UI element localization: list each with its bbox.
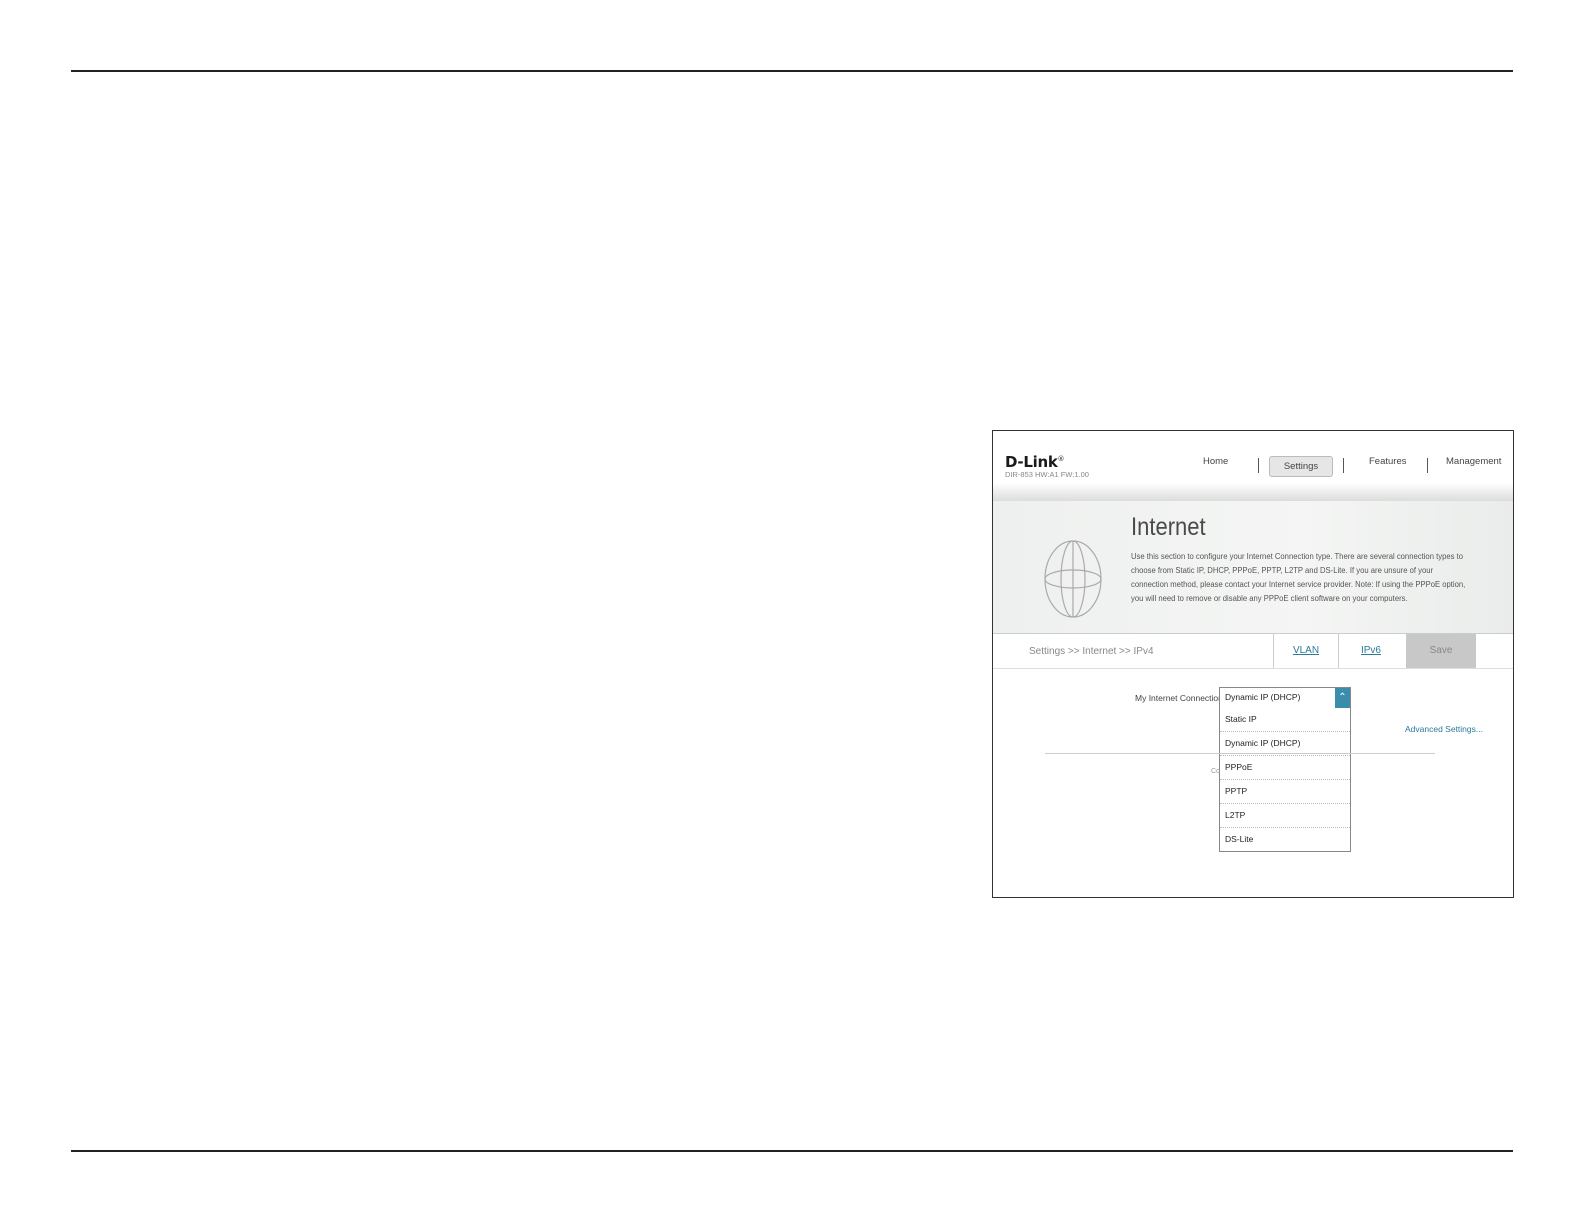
connection-type-select[interactable]: Dynamic IP (DHCP) ⌃ <box>1219 687 1351 709</box>
option-pptp[interactable]: PPTP <box>1220 780 1350 804</box>
tab-vlan[interactable]: VLAN <box>1273 634 1338 668</box>
router-header: D-Link® DIR-853 HW:A1 FW:1.00 Home Setti… <box>993 431 1513 501</box>
page-title: Internet <box>1131 513 1206 541</box>
option-l2tp[interactable]: L2TP <box>1220 804 1350 828</box>
dlink-logo: D-Link® <box>1005 453 1065 471</box>
connection-type-dropdown: Static IP Dynamic IP (DHCP) PPPoE PPTP L… <box>1219 708 1351 852</box>
page-bottom-rule <box>71 1150 1513 1152</box>
partial-text: Co <box>1211 768 1220 775</box>
option-ds-lite[interactable]: DS-Lite <box>1220 828 1350 851</box>
page-top-rule <box>71 70 1513 72</box>
tab-bar: Settings >> Internet >> IPv4 VLAN IPv6 S… <box>993 634 1513 669</box>
header-shadow <box>993 483 1513 501</box>
save-button[interactable]: Save <box>1406 634 1476 668</box>
router-ui-screenshot: D-Link® DIR-853 HW:A1 FW:1.00 Home Setti… <box>992 430 1514 898</box>
model-info: DIR-853 HW:A1 FW:1.00 <box>1005 470 1089 479</box>
logo-mark: ® <box>1057 455 1065 463</box>
option-static-ip[interactable]: Static IP <box>1220 708 1350 732</box>
breadcrumb: Settings >> Internet >> IPv4 <box>1029 646 1154 657</box>
page-description: Use this section to configure your Inter… <box>1131 552 1466 603</box>
nav-separator <box>1258 458 1259 473</box>
nav-management[interactable]: Management <box>1446 456 1501 467</box>
logo-text: D-Link <box>1005 453 1058 471</box>
connection-type-value: Dynamic IP (DHCP) <box>1225 692 1301 702</box>
nav-separator <box>1343 458 1344 473</box>
tab-ipv6[interactable]: IPv6 <box>1338 634 1403 668</box>
nav-settings[interactable]: Settings <box>1269 456 1333 477</box>
nav-features[interactable]: Features <box>1369 456 1407 467</box>
nav-home[interactable]: Home <box>1203 456 1228 467</box>
section-divider <box>1045 753 1435 754</box>
nav-separator <box>1427 458 1428 473</box>
globe-icon <box>1044 540 1102 618</box>
chevron-up-icon[interactable]: ⌃ <box>1335 688 1350 708</box>
option-pppoe[interactable]: PPPoE <box>1220 756 1350 780</box>
advanced-settings-link[interactable]: Advanced Settings... <box>1405 724 1483 734</box>
